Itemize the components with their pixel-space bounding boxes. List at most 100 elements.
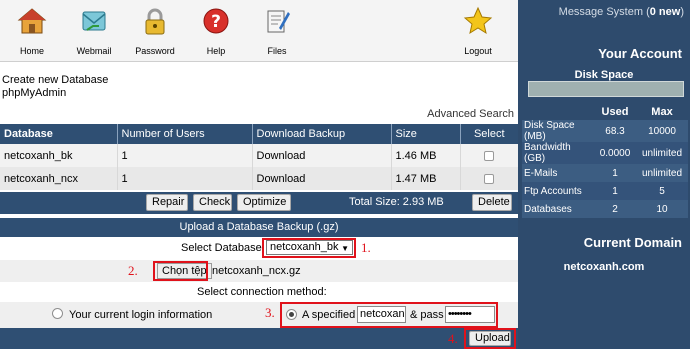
db-users-cell: 1 [117, 144, 253, 167]
message-system-suffix: ) [680, 6, 684, 18]
stats-row: Bandwidth (GB) 0.0000 unlimited [522, 142, 688, 164]
stat-used: 1 [594, 182, 636, 200]
create-database-link[interactable]: Create new Database [2, 74, 108, 87]
table-row: netcoxanh_ncx 1 Download 1.47 MB [0, 167, 518, 190]
upload-footer-bar: 4. Upload [0, 328, 518, 349]
check-button[interactable]: Check [193, 194, 232, 211]
toolbar-home-label: Home [19, 46, 44, 56]
current-domain-heading: Current Domain [583, 235, 682, 250]
toolbar-help-label: Help [206, 46, 226, 56]
current-login-radio[interactable] [52, 308, 63, 319]
select-checkbox[interactable] [484, 173, 495, 184]
upload-section-title: Upload a Database Backup (.gz) [0, 218, 518, 237]
disk-space-label: Disk Space [574, 69, 634, 81]
db-users-cell: 1 [117, 167, 253, 190]
select-cell [460, 144, 518, 167]
advanced-search-link[interactable]: Advanced Search [427, 108, 514, 120]
current-domain-value[interactable]: netcoxanh.com [518, 261, 690, 273]
toolbar-files[interactable]: Files [251, 6, 303, 56]
account-sidebar: Message System (0 new) Your Account Disk… [518, 0, 690, 349]
password-input[interactable]: •••••••• [445, 306, 495, 323]
total-size: Total Size: 2.93 MB [349, 196, 444, 208]
step-number-3: 3. [265, 305, 275, 320]
stat-label: Databases [522, 200, 594, 218]
toolbar: Home Webmail Password ? Help Files Logou… [0, 0, 518, 62]
action-bar: Repair Check Optimize Total Size: 2.93 M… [0, 192, 518, 214]
main-panel: Home Webmail Password ? Help Files Logou… [0, 0, 518, 349]
col-header-size[interactable]: Size [391, 124, 461, 144]
stat-used: 1 [594, 164, 636, 182]
step-number-1: 1. [361, 240, 371, 255]
stat-max: 10000 [636, 120, 688, 142]
table-header-row: Database Number of Users Download Backup… [0, 124, 518, 144]
stats-row: E-Mails 1 unlimited [522, 164, 688, 182]
delete-button[interactable]: Delete [472, 194, 512, 211]
toolbar-password-label: Password [135, 46, 175, 56]
col-header-users[interactable]: Number of Users [117, 124, 253, 144]
download-backup-link[interactable]: Download [252, 144, 392, 167]
stat-max: unlimited [636, 142, 688, 164]
connection-options-row: Your current login information 3. A spec… [0, 302, 518, 328]
stat-used: 0.0000 [594, 142, 636, 164]
files-icon [267, 10, 290, 33]
lock-icon [145, 8, 165, 35]
message-system[interactable]: Message System (0 new) [559, 6, 684, 18]
message-system-label: Message System ( [558, 6, 650, 18]
repair-button[interactable]: Repair [146, 194, 188, 211]
help-icon: ? [203, 8, 229, 34]
svg-text:?: ? [211, 12, 221, 32]
pass-label: & pass [410, 309, 444, 321]
toolbar-logout-label: Logout [464, 46, 492, 56]
stat-label: Bandwidth (GB) [522, 142, 594, 164]
stats-row: Ftp Accounts 1 5 [522, 182, 688, 200]
stat-max: unlimited [636, 164, 688, 182]
toolbar-help[interactable]: ? Help [190, 6, 242, 56]
stat-used: 68.3 [594, 120, 636, 142]
db-name-cell[interactable]: netcoxanh_ncx [0, 167, 118, 190]
db-links: Create new Database phpMyAdmin [2, 74, 108, 100]
connection-method-label: Select connection method: [197, 286, 327, 298]
highlight-box-2 [153, 261, 208, 281]
col-header-database[interactable]: Database [0, 124, 118, 144]
stat-max: 5 [636, 182, 688, 200]
col-header-backup: Download Backup [252, 124, 392, 144]
stats-row: Databases 2 10 [522, 200, 688, 218]
toolbar-files-label: Files [267, 46, 287, 56]
stats-header-row: Used Max [522, 103, 688, 120]
logout-star-icon [463, 6, 493, 35]
download-backup-link[interactable]: Download [252, 167, 392, 190]
step-number-4: 4. [448, 331, 458, 346]
toolbar-password[interactable]: Password [129, 6, 181, 56]
database-table: Database Number of Users Download Backup… [0, 124, 518, 190]
db-name-cell[interactable]: netcoxanh_bk [0, 144, 118, 167]
toolbar-home[interactable]: Home [6, 6, 58, 56]
highlight-box-4 [464, 328, 516, 349]
toolbar-logout[interactable]: Logout [452, 6, 504, 56]
col-header-select: Select [460, 124, 518, 144]
mail-icon [82, 11, 106, 31]
specified-user-input[interactable]: netcoxanh [357, 306, 406, 323]
stat-label: Disk Space (MB) [522, 120, 594, 142]
optimize-button[interactable]: Optimize [237, 194, 291, 211]
specified-label: A specified [302, 309, 356, 321]
home-icon [17, 8, 47, 34]
stat-used: 2 [594, 200, 636, 218]
table-row: netcoxanh_bk 1 Download 1.46 MB [0, 144, 518, 167]
selected-file-name: netcoxanh_ncx.gz [212, 265, 301, 277]
stat-max: 10 [636, 200, 688, 218]
select-checkbox[interactable] [484, 150, 495, 161]
specified-login-radio[interactable] [286, 309, 297, 320]
disk-usage-bar [528, 81, 684, 97]
toolbar-webmail[interactable]: Webmail [68, 6, 120, 56]
phpmyadmin-link[interactable]: phpMyAdmin [2, 87, 108, 100]
stats-row: Disk Space (MB) 68.3 10000 [522, 120, 688, 142]
current-login-label: Your current login information [69, 309, 213, 321]
file-row: 2. Chọn tệp netcoxanh_ncx.gz [0, 260, 518, 282]
stats-header-used: Used [601, 105, 629, 118]
stat-label: E-Mails [522, 164, 594, 182]
message-count: 0 new [649, 6, 681, 18]
highlight-box-1 [262, 238, 356, 258]
account-stats-table: Used Max Disk Space (MB) 68.3 10000 Band… [522, 103, 688, 218]
connection-method-row: Select connection method: [0, 284, 518, 301]
stats-header-max: Max [651, 105, 673, 118]
